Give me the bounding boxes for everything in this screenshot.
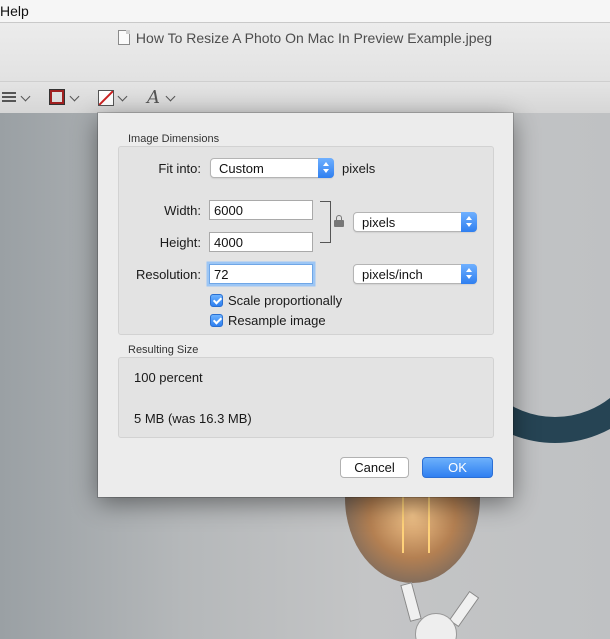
size-unit-popup[interactable]: pixels [353, 212, 477, 232]
cancel-button[interactable]: Cancel [340, 457, 409, 478]
shape-style-icon[interactable] [2, 90, 16, 106]
document-icon [117, 30, 130, 45]
proportion-bracket [320, 201, 331, 243]
chevron-down-icon[interactable] [69, 91, 80, 102]
lock-icon [334, 215, 344, 227]
photo-figure [400, 582, 490, 639]
resolution-field[interactable] [209, 264, 313, 284]
fit-into-label: Fit into: [158, 161, 201, 176]
scale-proportionally-label[interactable]: Scale proportionally [228, 293, 342, 308]
resample-image-label[interactable]: Resample image [228, 313, 326, 328]
resulting-file-size: 5 MB (was 16.3 MB) [134, 411, 252, 426]
resulting-size-label: Resulting Size [128, 344, 199, 356]
chevron-down-icon[interactable] [117, 91, 128, 102]
markup-toolbar: A [0, 81, 610, 114]
width-field[interactable] [209, 200, 313, 220]
document-title: How To Resize A Photo On Mac In Preview … [135, 30, 493, 46]
resolution-label: Resolution: [135, 267, 201, 282]
fit-into-value: Custom [219, 161, 264, 176]
resulting-percent: 100 percent [134, 370, 203, 385]
width-label: Width: [164, 203, 201, 218]
document-title-area: How To Resize A Photo On Mac In Preview … [0, 30, 610, 46]
scale-proportionally-checkbox[interactable] [210, 294, 223, 307]
resample-image-checkbox[interactable] [210, 314, 223, 327]
menu-help[interactable]: Help [0, 3, 29, 19]
image-dimensions-label: Image Dimensions [128, 133, 220, 145]
fit-into-popup[interactable]: Custom [210, 158, 334, 178]
resolution-unit-popup[interactable]: pixels/inch [353, 264, 477, 284]
adjust-size-dialog: Image Dimensions Fit into: Custom pixels… [98, 113, 513, 497]
popup-arrows-icon [318, 158, 334, 178]
resolution-unit-value: pixels/inch [362, 267, 423, 282]
popup-arrows-icon [461, 212, 477, 232]
size-unit-value: pixels [362, 215, 396, 230]
ok-button[interactable]: OK [422, 457, 493, 478]
menu-bar: Help [0, 0, 610, 23]
popup-arrows-icon [461, 264, 477, 284]
fill-color-icon[interactable] [98, 90, 114, 106]
chevron-down-icon[interactable] [165, 91, 176, 102]
text-style-icon[interactable]: A [147, 87, 160, 108]
fit-into-unit: pixels [342, 161, 376, 176]
height-label: Height: [159, 235, 201, 250]
border-color-icon[interactable] [49, 89, 65, 105]
chevron-down-icon[interactable] [20, 91, 31, 102]
height-field[interactable] [209, 232, 313, 252]
window-title-bar: How To Resize A Photo On Mac In Preview … [0, 23, 610, 81]
